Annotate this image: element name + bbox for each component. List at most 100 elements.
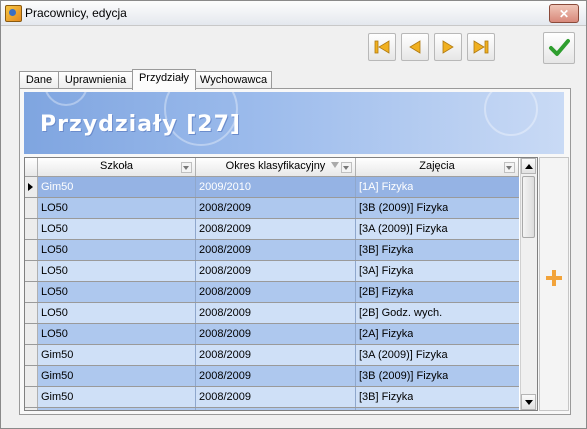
cell-okres[interactable]: 2008/2009 (199, 408, 251, 410)
cell-zajecia[interactable]: [2B] Fizyka (359, 282, 413, 302)
tab-wychowawca[interactable]: Wychowawca (195, 71, 272, 89)
cell-zajecia[interactable]: [3A] Fizyka (359, 261, 413, 281)
cell-zajecia[interactable]: [2B] Godz. wych. (359, 303, 442, 323)
cell-okres[interactable]: 2008/2009 (199, 240, 251, 260)
table-row[interactable]: LO50 2008/2009 [3B (2009)] Fizyka (25, 198, 519, 219)
column-header-okres[interactable]: Okres klasyfikacyjny (196, 158, 356, 176)
cell-zajecia[interactable]: [3B] Fizyka (359, 240, 413, 260)
cell-okres[interactable]: 2008/2009 (199, 198, 251, 218)
next-record-icon (442, 40, 454, 54)
table-row[interactable]: LO50 2008/2009 [3B] Fizyka (25, 240, 519, 261)
table-row[interactable]: LO50 2008/2009 [3A (2009)] Fizyka (25, 219, 519, 240)
column-header-zajecia[interactable]: Zajęcia (356, 158, 519, 176)
table-row[interactable]: LO50 2008/2009 [2B] Godz. wych. (25, 303, 519, 324)
cell-zajecia[interactable]: [3B (2009)] Fizyka (359, 198, 448, 218)
cell-szkola[interactable]: Gim50 (41, 408, 73, 410)
cell-zajecia[interactable]: [3A] Fizyka (359, 408, 413, 410)
first-record-button[interactable] (368, 33, 396, 61)
plus-icon[interactable] (546, 270, 562, 286)
cell-szkola[interactable]: Gim50 (41, 366, 73, 386)
section-banner: Przydziały [27] (24, 92, 564, 154)
row-indicator[interactable] (25, 345, 38, 365)
cell-okres[interactable]: 2008/2009 (199, 345, 251, 365)
scroll-up-button[interactable] (521, 158, 536, 174)
cell-okres[interactable]: 2008/2009 (199, 261, 251, 281)
cell-okres[interactable]: 2008/2009 (199, 303, 251, 323)
cell-zajecia[interactable]: [3B] Fizyka (359, 387, 413, 407)
cell-zajecia[interactable]: [3B (2009)] Fizyka (359, 366, 448, 386)
row-indicator[interactable] (25, 219, 38, 239)
cell-szkola[interactable]: Gim50 (41, 345, 73, 365)
row-indicator[interactable] (25, 324, 38, 344)
cell-zajecia[interactable]: [3A (2009)] Fizyka (359, 345, 448, 365)
table-row[interactable]: LO50 2008/2009 [2A] Fizyka (25, 324, 519, 345)
cell-szkola[interactable]: LO50 (41, 303, 68, 323)
row-cells: LO50 2008/2009 [3A] Fizyka (38, 261, 519, 281)
cell-zajecia[interactable]: [3A (2009)] Fizyka (359, 219, 448, 239)
column-divider (355, 366, 356, 386)
table-row[interactable]: Gim50 2008/2009 [3A] Fizyka (25, 408, 519, 410)
cell-okres[interactable]: 2009/2010 (199, 177, 251, 197)
column-header-szkola[interactable]: Szkoła (38, 158, 196, 176)
row-indicator[interactable] (25, 387, 38, 407)
cell-szkola[interactable]: Gim50 (41, 387, 73, 407)
cell-okres[interactable]: 2008/2009 (199, 324, 251, 344)
tab-przydzialy[interactable]: Przydziały (132, 69, 196, 90)
checkmark-icon (549, 39, 570, 56)
column-divider (195, 303, 196, 323)
cell-szkola[interactable]: LO50 (41, 240, 68, 260)
first-record-icon (374, 40, 390, 54)
close-button[interactable]: ✕ (549, 4, 579, 23)
column-dropdown-icon[interactable] (181, 162, 192, 173)
window-title: Pracownicy, edycja (25, 6, 127, 20)
column-divider (355, 324, 356, 344)
row-cells: Gim50 2008/2009 [3A (2009)] Fizyka (38, 345, 519, 365)
row-indicator[interactable] (25, 303, 38, 323)
next-record-button[interactable] (434, 33, 462, 61)
vertical-scrollbar[interactable] (520, 158, 537, 410)
cell-szkola[interactable]: LO50 (41, 219, 68, 239)
cell-zajecia[interactable]: [1A] Fizyka (359, 177, 413, 197)
column-divider (195, 240, 196, 260)
cell-okres[interactable]: 2008/2009 (199, 387, 251, 407)
cell-szkola[interactable]: LO50 (41, 282, 68, 302)
column-header-label: Szkoła (99, 160, 134, 172)
cell-okres[interactable]: 2008/2009 (199, 219, 251, 239)
assignments-grid[interactable]: Szkoła Okres klasyfikacyjny Zajęcia Gim5… (24, 157, 538, 411)
table-row[interactable]: Gim50 2008/2009 [3B] Fizyka (25, 387, 519, 408)
cell-zajecia[interactable]: [2A] Fizyka (359, 324, 413, 344)
row-indicator-header (25, 158, 38, 176)
column-divider (195, 177, 196, 197)
column-dropdown-icon[interactable] (341, 162, 352, 173)
cell-szkola[interactable]: LO50 (41, 198, 68, 218)
last-record-button[interactable] (467, 33, 495, 61)
row-indicator[interactable] (25, 408, 38, 410)
column-divider (355, 387, 356, 407)
row-indicator[interactable] (25, 366, 38, 386)
cell-okres[interactable]: 2008/2009 (199, 366, 251, 386)
row-indicator[interactable] (25, 282, 38, 302)
table-row[interactable]: Gim50 2009/2010 [1A] Fizyka (25, 177, 519, 198)
previous-record-button[interactable] (401, 33, 429, 61)
tab-dane[interactable]: Dane (19, 71, 59, 89)
row-indicator[interactable] (25, 198, 38, 218)
scroll-down-button[interactable] (521, 394, 536, 410)
row-indicator[interactable] (25, 261, 38, 281)
cell-okres[interactable]: 2008/2009 (199, 282, 251, 302)
table-row[interactable]: LO50 2008/2009 [2B] Fizyka (25, 282, 519, 303)
tab-uprawnienia[interactable]: Uprawnienia (58, 71, 133, 89)
cell-szkola[interactable]: Gim50 (41, 177, 73, 197)
row-indicator[interactable] (25, 240, 38, 260)
column-dropdown-icon[interactable] (504, 162, 515, 173)
cell-szkola[interactable]: LO50 (41, 261, 68, 281)
ok-button[interactable] (543, 32, 575, 64)
cell-szkola[interactable]: LO50 (41, 324, 68, 344)
table-row[interactable]: Gim50 2008/2009 [3B (2009)] Fizyka (25, 366, 519, 387)
table-row[interactable]: Gim50 2008/2009 [3A (2009)] Fizyka (25, 345, 519, 366)
column-header-label: Okres klasyfikacyjny (225, 160, 326, 172)
table-row[interactable]: LO50 2008/2009 [3A] Fizyka (25, 261, 519, 282)
section-title: Przydziały [27] (40, 112, 241, 137)
column-divider (195, 198, 196, 218)
row-indicator[interactable] (25, 177, 38, 197)
scroll-thumb[interactable] (522, 176, 535, 238)
